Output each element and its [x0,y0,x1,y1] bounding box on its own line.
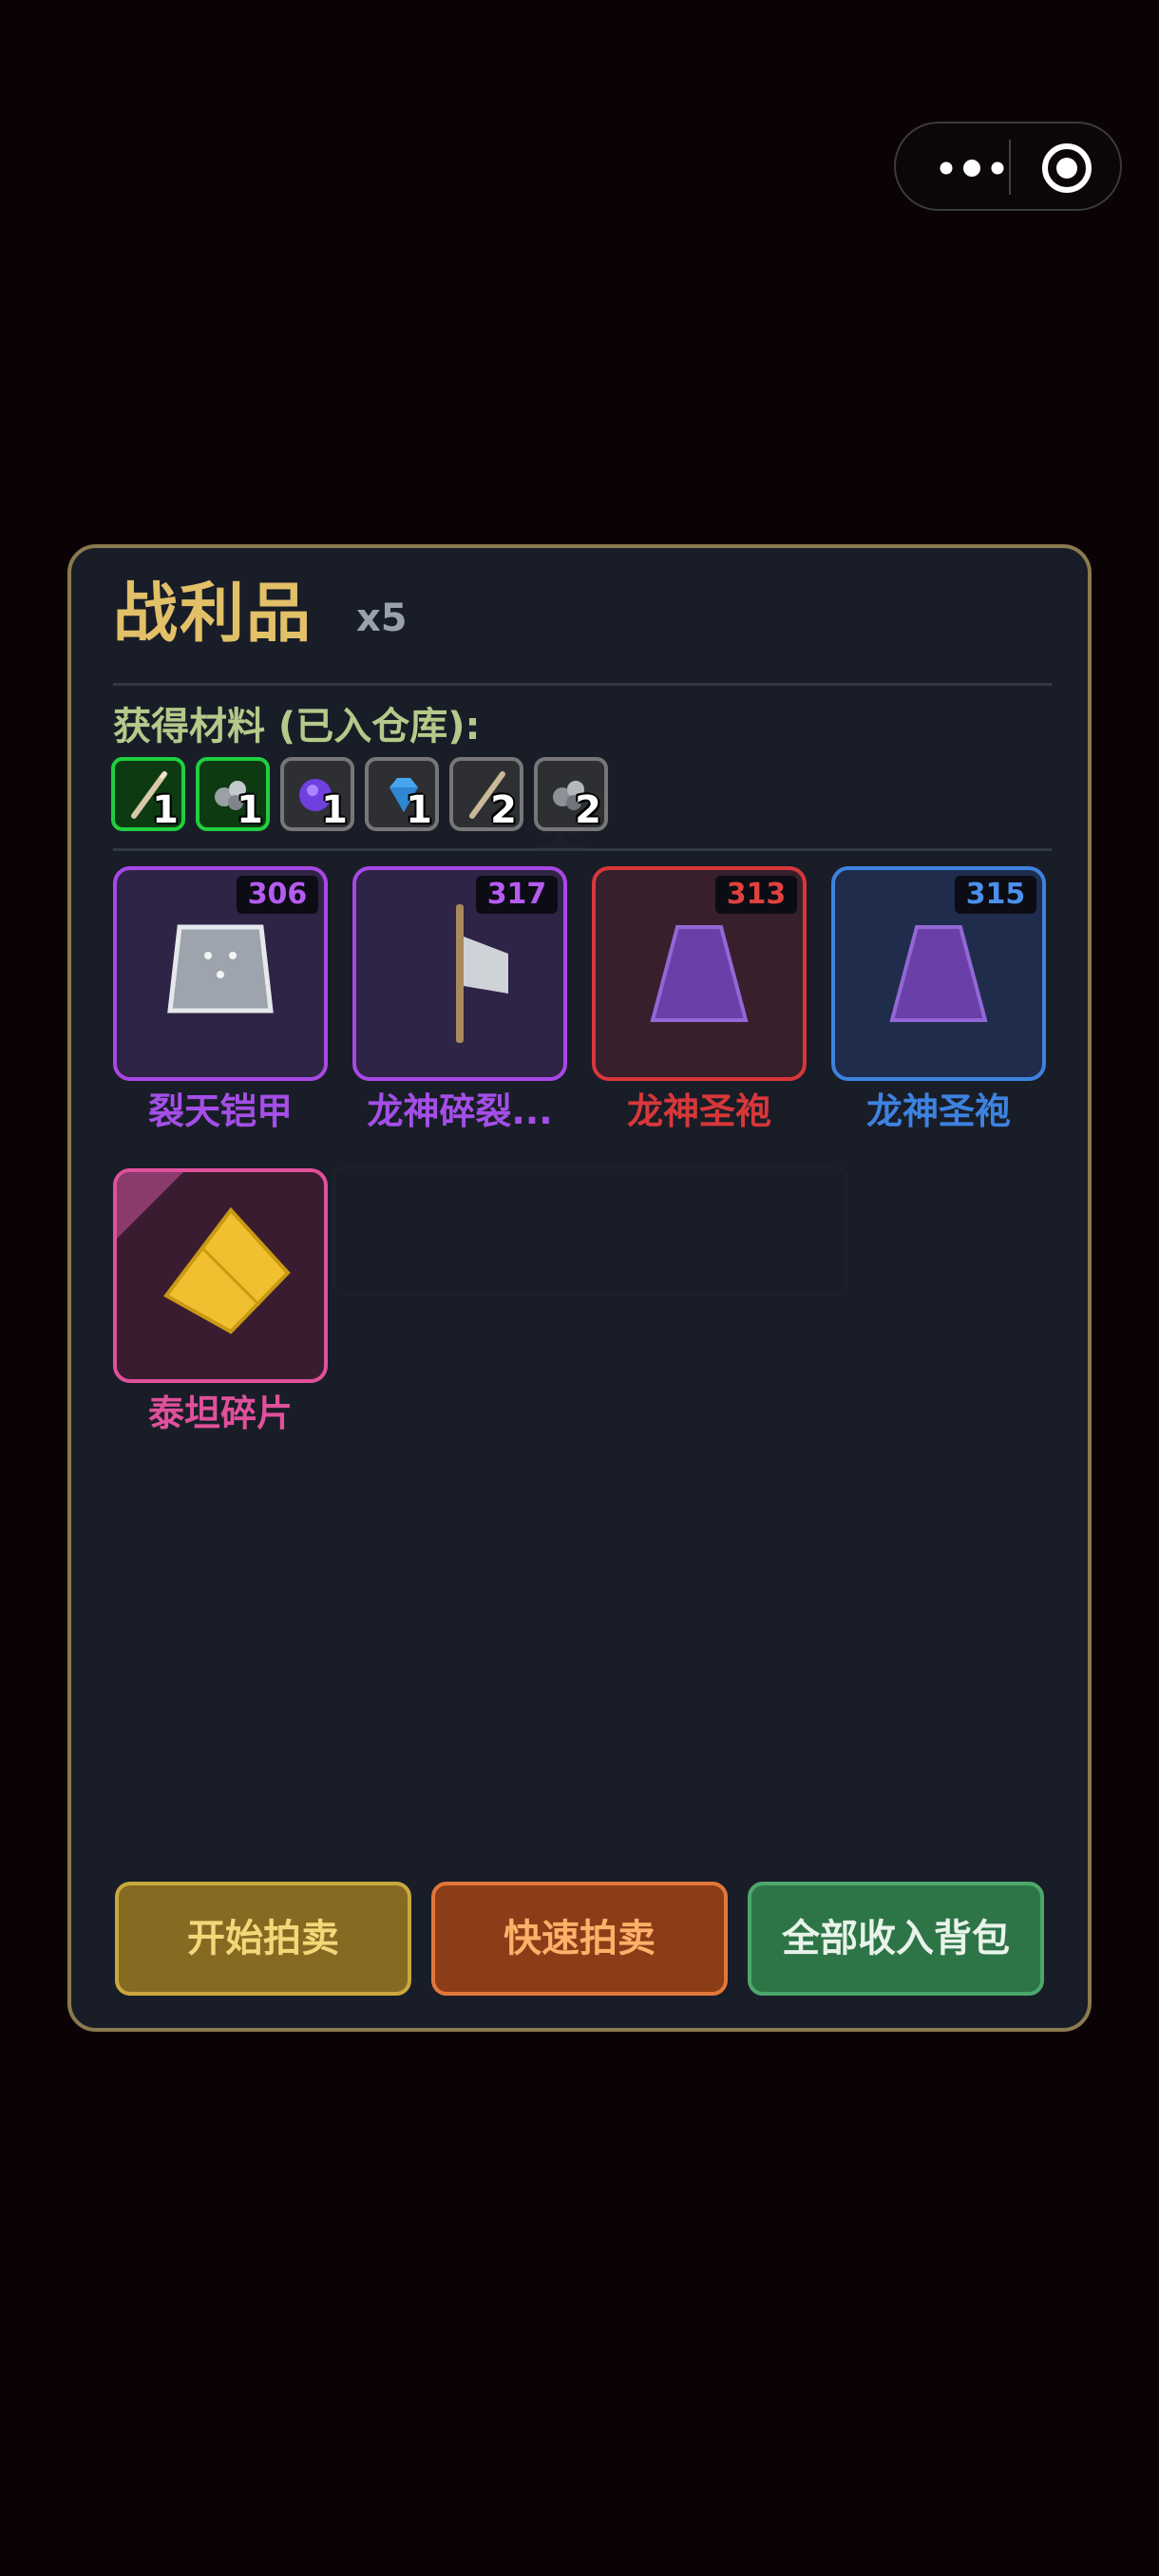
more-dots-icon[interactable] [929,152,1015,184]
material-quantity: 1 [406,788,432,831]
materials-label: 获得材料 (已入仓库): [113,705,481,748]
material-quantity: 1 [321,788,348,831]
item-name: 龙神圣袍 [626,1090,771,1132]
item-card[interactable]: 315 [831,866,1046,1081]
material-quantity: 1 [152,788,179,831]
loot-item[interactable]: 306 裂天铠甲 [113,866,328,1132]
capsule-divider [1009,140,1011,195]
golden-shard-icon [117,1172,291,1335]
item-name: 龙神圣袍 [865,1090,1011,1132]
material-slot[interactable]: 2 [534,757,608,831]
item-level-badge: 313 [715,876,797,914]
item-card[interactable]: 313 [592,866,807,1081]
item-level-badge: 315 [955,876,1036,914]
material-slot[interactable]: 1 [280,757,354,831]
materials-divider [113,848,1052,851]
loot-item[interactable]: 313 龙神圣袍 [592,866,807,1132]
material-slot[interactable]: 1 [196,757,270,831]
material-slot[interactable]: 1 [111,757,185,831]
item-level-badge: 317 [476,876,558,914]
loot-panel: 战利品 x5 获得材料 (已入仓库): 1 1 1 1 2 2 306 裂天铠甲… [67,544,1092,2032]
material-slot[interactable]: 2 [449,757,523,831]
item-level-badge: 306 [237,876,318,914]
miniprogram-capsule [894,122,1122,211]
panel-title: 战利品 [113,577,314,652]
title-divider [113,683,1052,686]
loot-count: x5 [356,597,408,640]
loot-item[interactable]: 315 龙神圣袍 [831,866,1046,1132]
material-slot[interactable]: 1 [365,757,439,831]
item-name: 龙神碎裂... [367,1090,553,1132]
material-quantity: 1 [237,788,263,831]
item-name: 裂天铠甲 [147,1090,293,1132]
item-card[interactable]: 306 [113,866,328,1081]
item-name: 泰坦碎片 [147,1392,293,1434]
start-auction-button[interactable]: 开始拍卖 [115,1882,411,1996]
material-quantity: 2 [575,788,601,831]
collect-all-button[interactable]: 全部收入背包 [748,1882,1044,1996]
loot-item[interactable]: 泰坦碎片 [113,1168,328,1434]
quick-auction-button[interactable]: 快速拍卖 [431,1882,728,1996]
loot-item[interactable]: 317 龙神碎裂... [352,866,567,1132]
item-card[interactable] [113,1168,328,1383]
material-quantity: 2 [490,788,517,831]
item-card[interactable]: 317 [352,866,567,1081]
target-circle-icon[interactable] [1037,139,1096,198]
